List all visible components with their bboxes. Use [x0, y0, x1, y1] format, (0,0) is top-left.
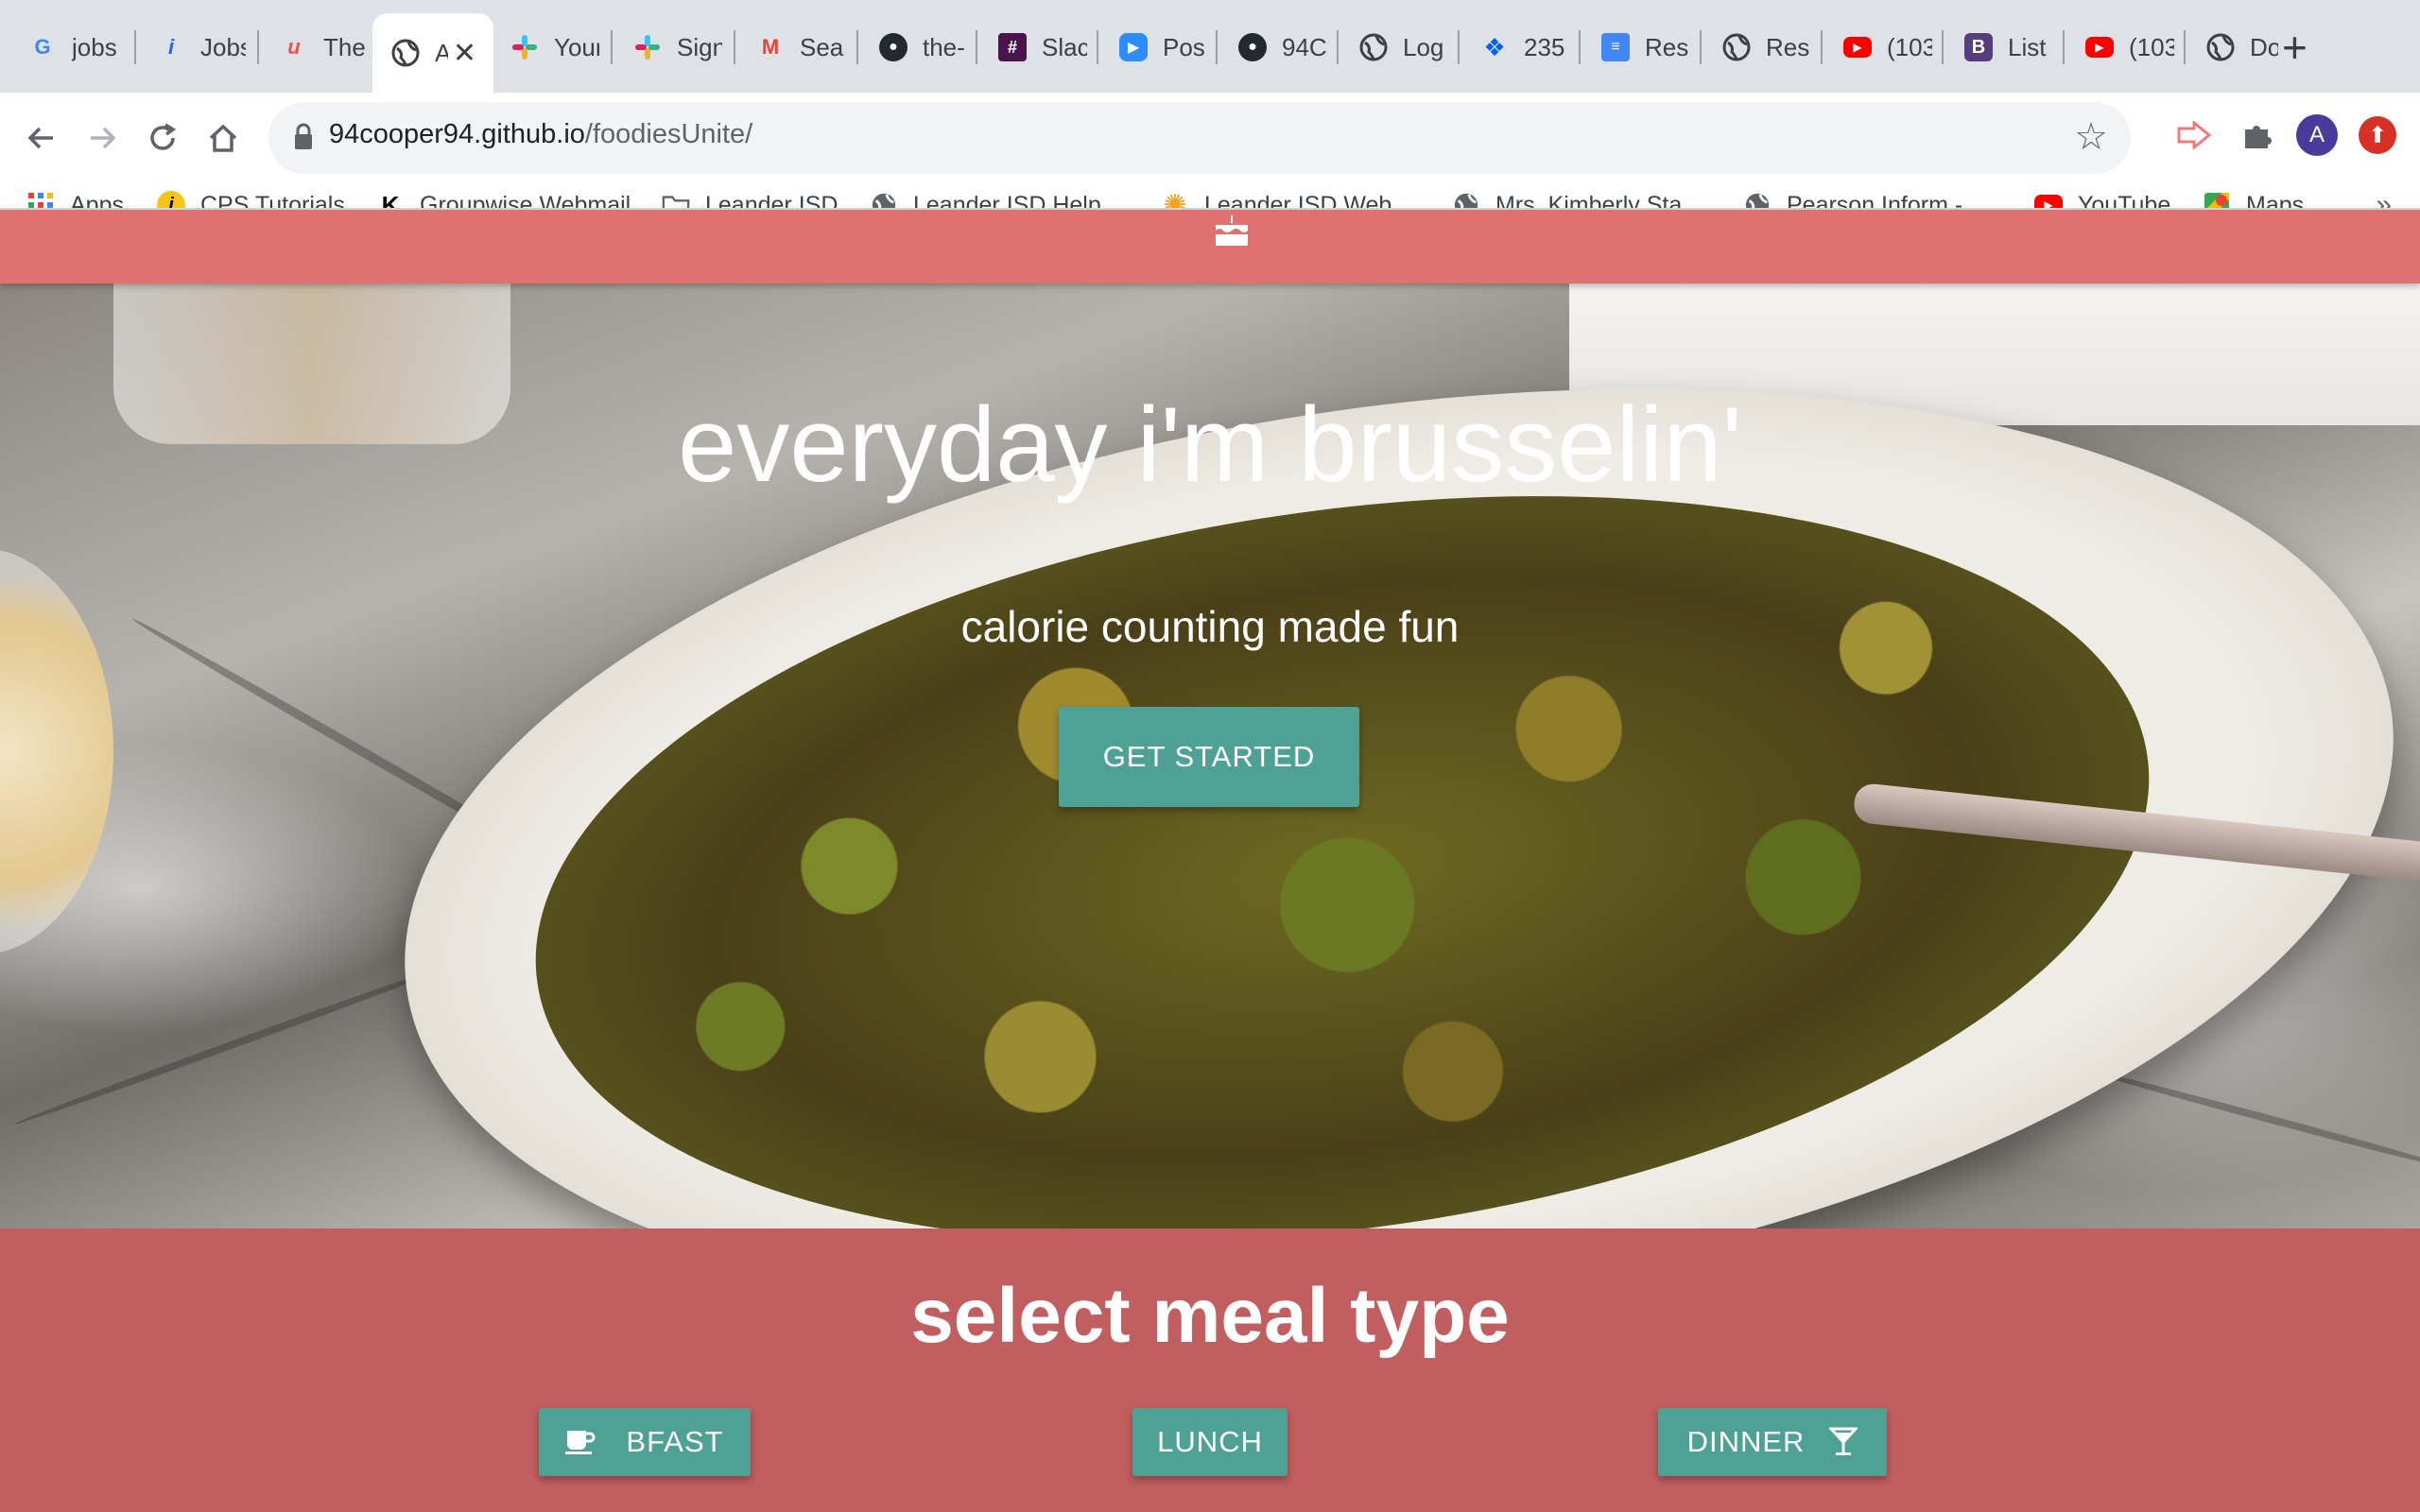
tab-jobs-indeed[interactable]: i Jobs — [138, 19, 255, 76]
web-page: everyday i'm brusselin' calorie counting… — [0, 210, 2420, 1512]
globe-icon — [391, 39, 420, 67]
tab-res[interactable]: Res — [1703, 19, 1821, 76]
slack-icon — [510, 33, 539, 61]
cake-icon[interactable] — [1214, 214, 1250, 248]
forward-button[interactable] — [76, 112, 129, 164]
tab-github-the[interactable]: ● the- — [860, 19, 977, 76]
bootstrap-icon: B — [1964, 33, 1993, 61]
tab-bootstrap[interactable]: B List — [1945, 19, 2063, 76]
home-button[interactable] — [197, 112, 250, 164]
arrow-left-icon — [27, 127, 53, 149]
close-tab-icon[interactable]: ✕ — [453, 37, 476, 70]
tab-active-foodies[interactable]: A ✕ — [372, 13, 493, 93]
coffee-cup-icon — [565, 1431, 596, 1454]
address-bar[interactable]: 94cooper94.github.io/foodiesUnite/ ☆ — [268, 102, 2131, 174]
indeed-icon: i — [167, 35, 175, 59]
google-icon: G — [34, 35, 51, 59]
reload-icon — [150, 123, 177, 150]
github-icon: ● — [1238, 33, 1267, 61]
tab-udemy[interactable]: u The — [261, 19, 374, 76]
globe-icon — [1359, 33, 1388, 61]
tab-dropbox[interactable]: ❖ 235 — [1461, 19, 1579, 76]
lock-icon — [295, 123, 312, 149]
back-button[interactable] — [15, 112, 68, 164]
tab-zoom[interactable]: ▶ Pos — [1100, 19, 1218, 76]
slack-icon — [633, 33, 662, 61]
extensions-puzzle-icon[interactable] — [2235, 113, 2278, 157]
tab-slack-sign[interactable]: Sign — [614, 19, 732, 76]
home-icon — [209, 124, 237, 152]
profile-avatar[interactable]: A — [2295, 113, 2339, 157]
tab-jobs[interactable]: G jobs — [9, 19, 132, 76]
gmail-icon: M — [761, 35, 780, 59]
dropbox-icon: ❖ — [1483, 32, 1506, 61]
slack-app-icon: # — [998, 33, 1027, 61]
arrow-right-icon — [91, 127, 116, 149]
get-started-button[interactable]: GET STARTED — [1059, 707, 1359, 807]
reload-button[interactable] — [136, 112, 189, 164]
github-icon: ● — [879, 33, 908, 61]
tab-gmail[interactable]: M Sear — [737, 19, 855, 76]
globe-icon — [1722, 33, 1751, 61]
bfast-button[interactable]: BFAST — [539, 1408, 751, 1476]
hero-section: everyday i'm brusselin' calorie counting… — [0, 284, 2420, 1228]
lunch-button[interactable]: LUNCH — [1132, 1408, 1288, 1476]
url-text: 94cooper94.github.io/foodiesUnite/ — [329, 119, 753, 149]
globe-icon — [2206, 33, 2235, 61]
docs-icon: ≡ — [1601, 33, 1630, 61]
tab-slack-your[interactable]: Your — [492, 19, 609, 76]
tab-github-94c[interactable]: ● 94C — [1219, 19, 1337, 76]
hero-headline: everyday i'm brusselin' — [678, 386, 1742, 504]
extension-arrow-icon[interactable] — [2172, 113, 2216, 157]
youtube-icon: ▶ — [2085, 37, 2114, 58]
tab-strip: G jobs i Jobs u The A ✕ Your Sign M Sear… — [0, 0, 2420, 93]
tab-doc[interactable]: Doc — [2187, 19, 2278, 76]
dinner-button[interactable]: DINNER — [1658, 1408, 1887, 1476]
tab-youtube-2[interactable]: ▶ (103 — [2066, 19, 2184, 76]
tab-log[interactable]: Log — [1340, 19, 1458, 76]
tab-slack-app[interactable]: # Slac — [979, 19, 1097, 76]
cocktail-icon — [1829, 1427, 1858, 1455]
update-icon[interactable]: ⬆ — [2356, 113, 2399, 157]
tab-docs[interactable]: ≡ Res — [1582, 19, 1700, 76]
youtube-icon: ▶ — [1843, 37, 1872, 58]
udemy-icon: u — [287, 35, 301, 59]
site-navbar — [0, 210, 2420, 284]
hero-subtitle: calorie counting made fun — [960, 602, 1460, 651]
new-tab-button[interactable]: + — [2282, 21, 2308, 74]
tab-youtube-1[interactable]: ▶ (103 — [1824, 19, 1942, 76]
meal-section-title: select meal type — [910, 1273, 1510, 1359]
zoom-icon: ▶ — [1119, 33, 1148, 61]
meal-type-section: select meal type BFAST LUNCH DINNER — [0, 1228, 2420, 1512]
bookmark-star-icon[interactable]: ☆ — [2074, 115, 2108, 159]
